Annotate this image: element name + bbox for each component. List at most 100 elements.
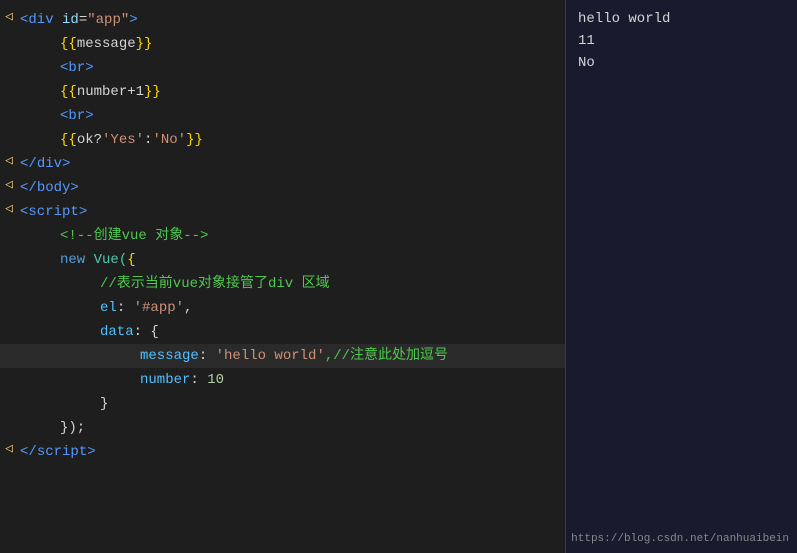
token: 'No' (152, 132, 186, 148)
token: Vue( (85, 252, 127, 268)
token: 10 (207, 372, 224, 388)
code-line: ◁</body> (0, 176, 565, 200)
token: //表示当前vue对象接管了div 区域 (100, 276, 330, 292)
code-content: {{message}} (20, 33, 565, 55)
code-content: data: { (20, 321, 565, 343)
token: body (37, 180, 71, 196)
token: }} (144, 84, 161, 100)
code-content: new Vue({ (20, 249, 565, 271)
code-line: ◁<script> (0, 200, 565, 224)
code-line: ◁</script> (0, 440, 565, 464)
output-panel: hello world11No https://blog.csdn.net/na… (565, 0, 797, 553)
code-line: ◁<div id="app"> (0, 8, 565, 32)
token: > (87, 444, 95, 460)
token: number (140, 372, 190, 388)
token: script (37, 444, 87, 460)
gutter: ◁ (0, 153, 18, 168)
code-line: <br> (0, 104, 565, 128)
output-line: No (578, 52, 785, 74)
token: } (100, 396, 108, 412)
token: {{ (60, 84, 77, 100)
code-content: message: 'hello world',//注意此处加逗号 (20, 345, 565, 367)
code-content: <br> (20, 105, 565, 127)
token: 创建vue 对象 (94, 228, 184, 244)
token: 'hello world' (216, 348, 325, 364)
gutter: ◁ (0, 9, 18, 24)
token: : (190, 372, 207, 388)
token: div (37, 156, 62, 172)
code-content: <script> (20, 201, 565, 223)
token: > (85, 108, 93, 124)
code-content: }); (20, 417, 565, 439)
token: {{ (60, 36, 77, 52)
code-content: <div id="app"> (20, 9, 565, 31)
token: </ (20, 444, 37, 460)
code-line: {{ok?'Yes':'No'}} (0, 128, 565, 152)
token: </ (20, 180, 37, 196)
code-content: } (20, 393, 565, 415)
code-content: <br> (20, 57, 565, 79)
code-content: <!--创建vue 对象--> (20, 225, 565, 247)
token: --> (183, 228, 208, 244)
token: <!-- (60, 228, 94, 244)
code-content: number: 10 (20, 369, 565, 391)
token: el (100, 300, 117, 316)
code-line: message: 'hello world',//注意此处加逗号 (0, 344, 565, 368)
token: </ (20, 156, 37, 172)
gutter: ◁ (0, 177, 18, 192)
token: > (79, 204, 87, 220)
token: , (184, 300, 192, 316)
token: number+1 (77, 84, 144, 100)
token: > (70, 180, 78, 196)
output-content: hello world11No (578, 8, 785, 74)
token: ,//注意此处加逗号 (325, 348, 448, 364)
token: }} (186, 132, 203, 148)
code-line: new Vue({ (0, 248, 565, 272)
code-line: {{message}} (0, 32, 565, 56)
gutter: ◁ (0, 201, 18, 216)
token: > (85, 60, 93, 76)
code-line: data: { (0, 320, 565, 344)
code-line: {{number+1}} (0, 80, 565, 104)
token: : { (134, 324, 159, 340)
token: = (79, 12, 87, 28)
token: message (77, 36, 136, 52)
code-content: el: '#app', (20, 297, 565, 319)
token: br (68, 108, 85, 124)
token: 'Yes' (102, 132, 144, 148)
code-line: ◁</div> (0, 152, 565, 176)
code-content: </body> (20, 177, 565, 199)
output-line: 11 (578, 30, 785, 52)
code-line: number: 10 (0, 368, 565, 392)
editor-panel: ◁<div id="app">{{message}}<br>{{number+1… (0, 0, 565, 553)
code-content: {{ok?'Yes':'No'}} (20, 129, 565, 151)
code-line: //表示当前vue对象接管了div 区域 (0, 272, 565, 296)
code-line: <br> (0, 56, 565, 80)
code-line: el: '#app', (0, 296, 565, 320)
token: > (62, 156, 70, 172)
token: }} (136, 36, 153, 52)
code-content: </script> (20, 441, 565, 463)
gutter: ◁ (0, 441, 18, 456)
token: id (54, 12, 79, 28)
token: ok? (77, 132, 102, 148)
token: br (68, 60, 85, 76)
footer-url: https://blog.csdn.net/nanhuaibein (571, 533, 789, 545)
code-content: //表示当前vue对象接管了div 区域 (20, 273, 565, 295)
token: message (140, 348, 199, 364)
token: : (117, 300, 134, 316)
token: data (100, 324, 134, 340)
code-content: </div> (20, 153, 565, 175)
token: script (28, 204, 78, 220)
code-line: } (0, 392, 565, 416)
code-content: {{number+1}} (20, 81, 565, 103)
token: : (199, 348, 216, 364)
token: > (129, 12, 137, 28)
code-line: }); (0, 416, 565, 440)
token: '#app' (134, 300, 184, 316)
token: new (60, 252, 85, 268)
code-line: <!--创建vue 对象--> (0, 224, 565, 248)
token: "app" (87, 12, 129, 28)
token: }); (60, 420, 85, 436)
token: { (127, 252, 135, 268)
